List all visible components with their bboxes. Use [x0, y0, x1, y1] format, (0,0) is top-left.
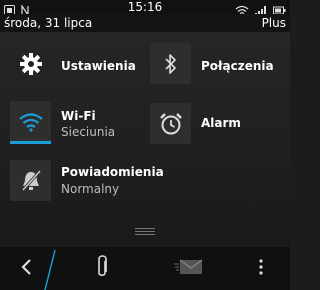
- more-icon: [259, 258, 263, 280]
- more-button[interactable]: [248, 247, 274, 290]
- tile-notifications-mode: Normalny: [61, 182, 120, 196]
- tile-connections[interactable]: Połączenia: [145, 42, 290, 86]
- tile-alarm[interactable]: Alarm: [145, 103, 290, 147]
- tile-connections-label: Połączenia: [201, 59, 274, 73]
- bluetooth-icon: [150, 43, 191, 84]
- tile-notifications[interactable]: Powiadomienia Normalny: [0, 157, 200, 203]
- attach-icon: [95, 254, 109, 284]
- panel-drag-handle[interactable]: [135, 228, 155, 236]
- wifi-active-indicator: [10, 141, 51, 144]
- date-label: środa, 31 lipca: [4, 16, 93, 30]
- carrier-label: Plus: [261, 16, 286, 30]
- tile-wifi-label: Wi-Fi: [61, 109, 96, 123]
- tile-notifications-label: Powiadomienia: [61, 165, 164, 179]
- mail-icon: [174, 258, 204, 280]
- date-bar: środa, 31 lipca Plus: [0, 14, 290, 32]
- tile-settings-label: Ustawienia: [61, 59, 136, 73]
- wifi-icon: [10, 101, 51, 142]
- tile-wifi-network: Sieciunia: [61, 125, 116, 139]
- tile-wifi[interactable]: Wi-Fi Sieciunia: [0, 99, 145, 147]
- alarm-clock-icon: [150, 103, 191, 144]
- back-icon: [20, 258, 32, 280]
- tile-alarm-label: Alarm: [201, 116, 241, 130]
- gear-icon: [10, 43, 51, 84]
- attach-button[interactable]: [84, 247, 120, 290]
- status-bar: 15:16: [0, 0, 290, 17]
- back-button[interactable]: [8, 247, 44, 290]
- bottom-bar-separator: [44, 250, 56, 290]
- bell-muted-icon: [10, 160, 51, 201]
- tile-settings[interactable]: Ustawienia: [0, 42, 145, 86]
- mail-button[interactable]: [168, 247, 210, 290]
- quick-settings-panel: Ustawienia Połączenia Wi-Fi Sieciunia Al…: [0, 32, 290, 247]
